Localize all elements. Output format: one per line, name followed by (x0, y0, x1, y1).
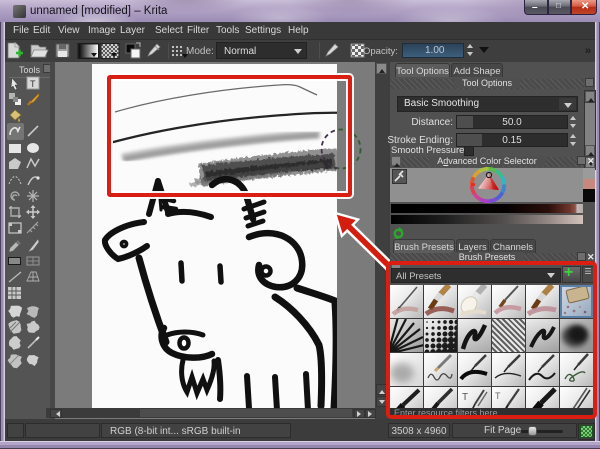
svg-text:T: T (30, 79, 36, 89)
